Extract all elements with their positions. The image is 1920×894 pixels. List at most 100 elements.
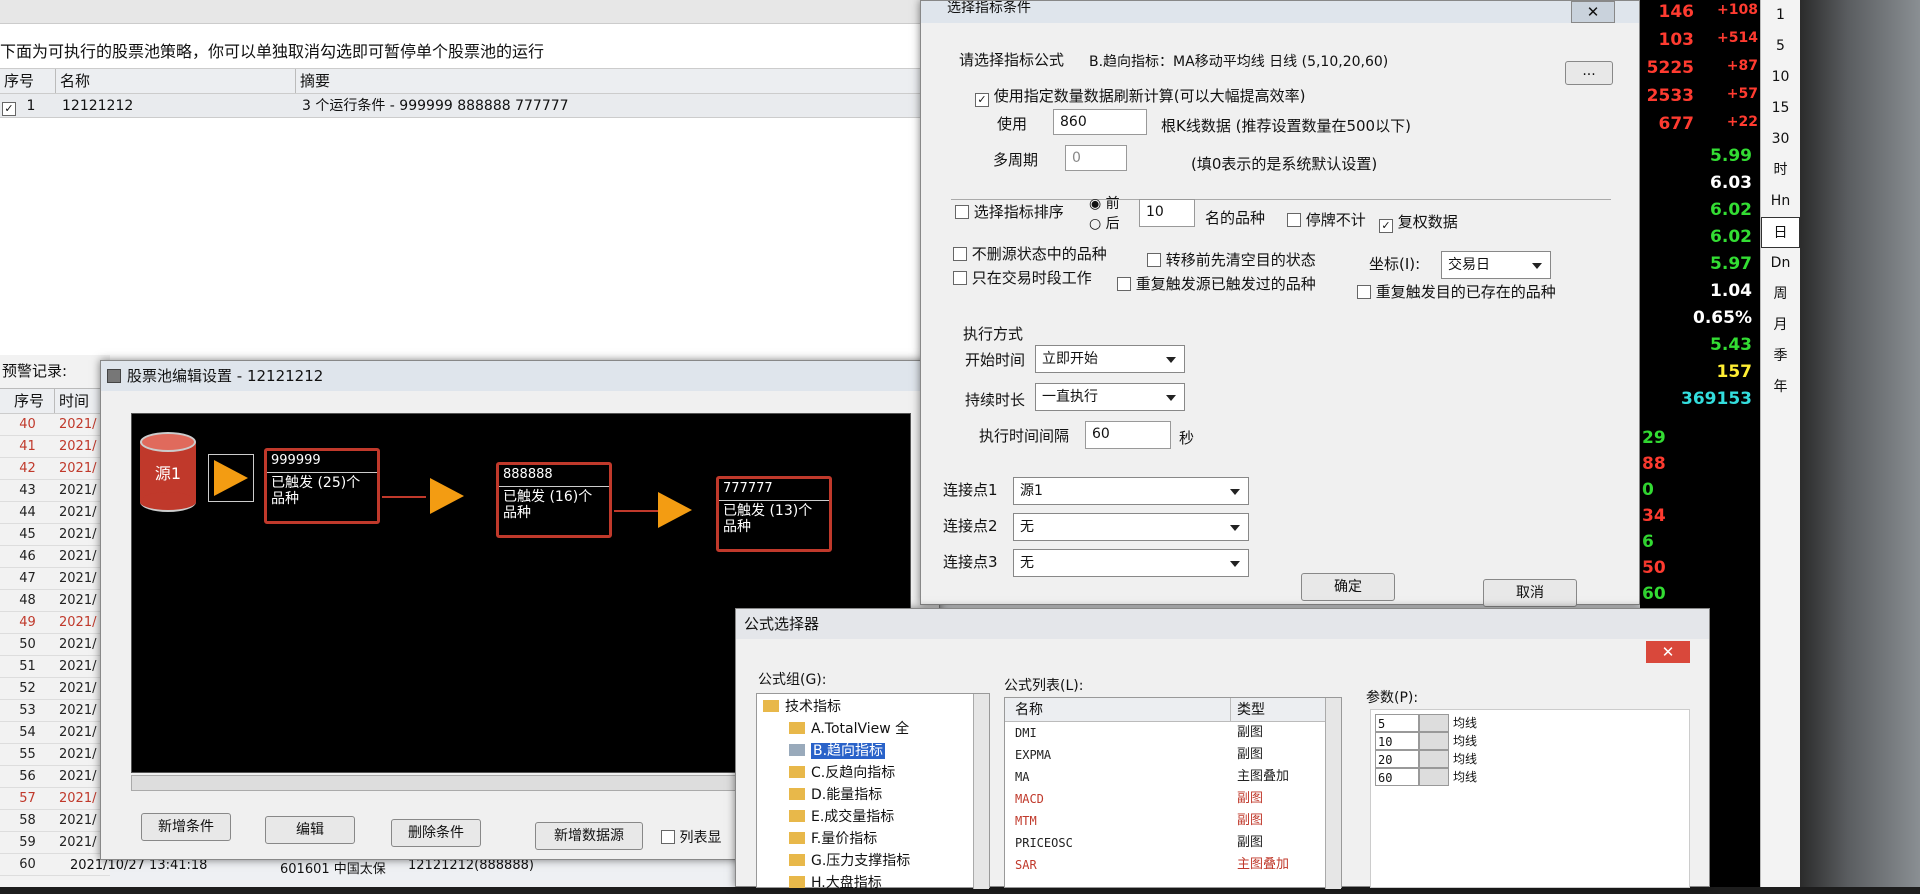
- param-stepper-icon[interactable]: [1419, 750, 1449, 768]
- conn1-select[interactable]: 源1: [1013, 477, 1249, 505]
- source-cylinder-icon[interactable]: 源1: [140, 432, 196, 512]
- back-radio[interactable]: ○ 后: [1089, 213, 1120, 233]
- edit-button[interactable]: 编辑: [265, 816, 355, 844]
- add-source-button[interactable]: 新增数据源: [535, 822, 643, 850]
- param-row[interactable]: 60 均线: [1375, 768, 1689, 786]
- formula-row[interactable]: PRICEOSC 副图: [1005, 832, 1341, 854]
- filter-triangle-icon[interactable]: [430, 478, 464, 514]
- alert-col-index[interactable]: 序号: [0, 389, 55, 413]
- flow-node-1[interactable]: 999999 已触发 (25)个品种: [264, 448, 380, 524]
- list-col-type[interactable]: 类型: [1231, 698, 1321, 721]
- alert-row[interactable]: 43 2021/: [0, 480, 110, 502]
- interval-input[interactable]: 60: [1085, 421, 1171, 449]
- alert-row[interactable]: 45 2021/: [0, 524, 110, 546]
- alert-row[interactable]: 40 2021/: [0, 414, 110, 436]
- tree-scrollbar[interactable]: [973, 694, 989, 889]
- formula-row[interactable]: MACD 副图: [1005, 788, 1341, 810]
- period-button[interactable]: 30: [1761, 124, 1800, 155]
- alert-row[interactable]: 42 2021/: [0, 458, 110, 480]
- period-button[interactable]: 5: [1761, 31, 1800, 62]
- period-button[interactable]: Hn: [1761, 186, 1800, 217]
- param-stepper-icon[interactable]: [1419, 768, 1449, 786]
- formula-row[interactable]: SAR 主图叠加: [1005, 854, 1341, 876]
- alert-row[interactable]: 57 2021/: [0, 788, 110, 810]
- alert-row[interactable]: 47 2021/: [0, 568, 110, 590]
- alert-row[interactable]: 44 2021/: [0, 502, 110, 524]
- tree-item[interactable]: B.趋向指标: [763, 740, 910, 762]
- filter-triangle-icon[interactable]: [214, 460, 248, 496]
- alert-row[interactable]: 41 2021/: [0, 436, 110, 458]
- alert-row[interactable]: 52 2021/: [0, 678, 110, 700]
- period-button[interactable]: 10: [1761, 62, 1800, 93]
- list-col-name[interactable]: 名称: [1005, 698, 1231, 721]
- alert-row[interactable]: 48 2021/: [0, 590, 110, 612]
- ok-button[interactable]: 确定: [1301, 573, 1395, 601]
- conn2-select[interactable]: 无: [1013, 513, 1249, 541]
- duration-select[interactable]: 一直执行: [1035, 383, 1185, 411]
- param-stepper-icon[interactable]: [1419, 714, 1449, 732]
- flow-node-3[interactable]: 777777 已触发 (13)个品种: [716, 476, 832, 552]
- tree-item[interactable]: F.量价指标: [763, 828, 910, 850]
- tree-item[interactable]: A.TotalView 全: [763, 718, 910, 740]
- keep-source-checkbox[interactable]: 不删源状态中的品种: [953, 243, 1107, 264]
- tree-item[interactable]: D.能量指标: [763, 784, 910, 806]
- tree-item[interactable]: E.成交量指标: [763, 806, 910, 828]
- multi-period-input[interactable]: 0: [1065, 145, 1127, 171]
- tree-item[interactable]: 技术指标: [763, 696, 910, 718]
- conn3-select[interactable]: 无: [1013, 549, 1249, 577]
- pool-row-checkbox[interactable]: ✓: [2, 102, 16, 116]
- col-index[interactable]: 序号: [0, 69, 56, 93]
- browse-formula-button[interactable]: ...: [1565, 61, 1613, 85]
- period-button[interactable]: Dn: [1761, 248, 1800, 279]
- use-count-input[interactable]: 860: [1053, 109, 1147, 135]
- formula-row[interactable]: MA 主图叠加: [1005, 766, 1341, 788]
- alert-row[interactable]: 56 2021/: [0, 766, 110, 788]
- alert-row[interactable]: 55 2021/: [0, 744, 110, 766]
- param-row[interactable]: 10 均线: [1375, 732, 1689, 750]
- alert-row[interactable]: 54 2021/: [0, 722, 110, 744]
- delete-condition-button[interactable]: 删除条件: [391, 819, 481, 847]
- pool-row[interactable]: ✓ 1 12121212 3 个运行条件 - 999999 888888 777…: [0, 94, 940, 118]
- filter-triangle-icon[interactable]: [658, 492, 692, 528]
- col-name[interactable]: 名称: [56, 69, 296, 93]
- col-summary[interactable]: 摘要: [296, 69, 940, 93]
- alert-row[interactable]: 58 2021/: [0, 810, 110, 832]
- alert-row[interactable]: 51 2021/: [0, 656, 110, 678]
- retrigger-source-checkbox[interactable]: 重复触发源已触发过的品种: [1117, 273, 1316, 294]
- sort-checkbox[interactable]: 选择指标排序: [955, 201, 1064, 222]
- trade-time-checkbox[interactable]: 只在交易时段工作: [953, 267, 1092, 288]
- param-stepper-icon[interactable]: [1419, 732, 1449, 750]
- alert-row[interactable]: 49 2021/: [0, 612, 110, 634]
- period-button[interactable]: 时: [1761, 155, 1800, 186]
- period-button[interactable]: 年: [1761, 372, 1800, 403]
- retrigger-target-checkbox[interactable]: 重复触发目的已存在的品种: [1357, 281, 1556, 302]
- formula-row[interactable]: DMI 副图: [1005, 722, 1341, 744]
- close-icon[interactable]: ✕: [1571, 1, 1615, 23]
- list-scrollbar[interactable]: [1325, 698, 1341, 889]
- alert-row[interactable]: 50 2021/: [0, 634, 110, 656]
- flow-node-2[interactable]: 888888 已触发 (16)个品种: [496, 462, 612, 538]
- add-condition-button[interactable]: 新增条件: [141, 813, 231, 841]
- use-count-checkbox[interactable]: ✓ 使用指定数量数据刷新计算(可以大幅提高效率): [975, 85, 1306, 107]
- clear-target-checkbox[interactable]: 转移前先清空目的状态: [1147, 249, 1316, 270]
- tree-item[interactable]: G.压力支撑指标: [763, 850, 910, 872]
- alert-row[interactable]: 53 2021/: [0, 700, 110, 722]
- param-row[interactable]: 20 均线: [1375, 750, 1689, 768]
- coord-select[interactable]: 交易日: [1441, 251, 1551, 279]
- tree-item[interactable]: C.反趋向指标: [763, 762, 910, 784]
- tree-item[interactable]: H.大盘指标: [763, 872, 910, 894]
- alert-row[interactable]: 59 2021/: [0, 832, 110, 854]
- adjust-checkbox[interactable]: ✓ 复权数据: [1379, 211, 1458, 233]
- list-display-checkbox[interactable]: 列表显: [661, 827, 721, 847]
- period-button[interactable]: 季: [1761, 341, 1800, 372]
- formula-group-tree[interactable]: 技术指标 A.TotalView 全 B.趋向指标 C.反趋向指标 D.能量指标 E.成交…: [756, 693, 990, 891]
- start-time-select[interactable]: 立即开始: [1035, 345, 1185, 373]
- param-row[interactable]: 5 均线: [1375, 714, 1689, 732]
- formula-list[interactable]: 名称 类型 DMI 副图 EXPMA 副图 MA 主图叠加 MACD 副图 MTM 副图 PRICE…: [1004, 697, 1342, 889]
- period-button[interactable]: 周: [1761, 279, 1800, 310]
- formula-row[interactable]: MTM 副图: [1005, 810, 1341, 832]
- period-button[interactable]: 15: [1761, 93, 1800, 124]
- front-radio[interactable]: ◉ 前: [1089, 193, 1120, 213]
- alert-row[interactable]: 46 2021/: [0, 546, 110, 568]
- period-button[interactable]: 1: [1761, 0, 1800, 31]
